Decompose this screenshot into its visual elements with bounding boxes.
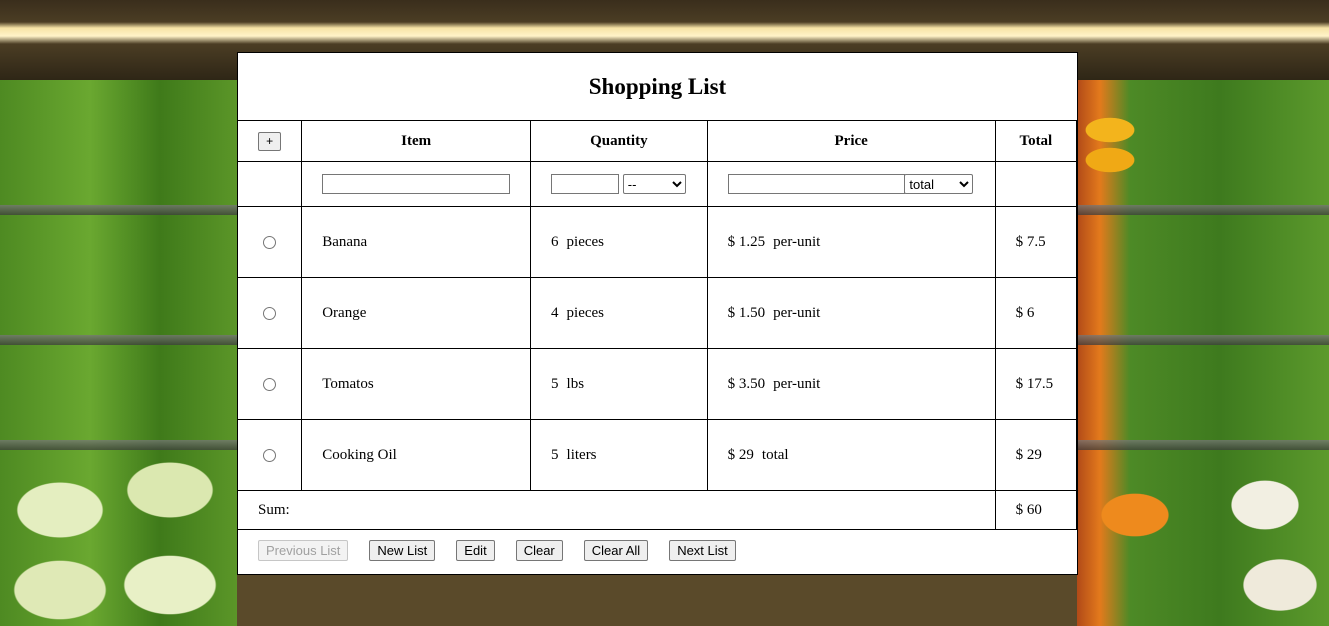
item-input-cell bbox=[301, 161, 532, 207]
quantity-input-cell: -- bbox=[530, 161, 708, 207]
clear-all-button[interactable]: Clear All bbox=[583, 540, 649, 561]
column-header-item: Item bbox=[301, 121, 532, 162]
quantity-unit: pieces bbox=[566, 304, 605, 321]
page-title: Shopping List bbox=[238, 53, 1077, 121]
price-cell: $ 29 total bbox=[706, 419, 996, 491]
table-row: Tomatos 5 lbs $ 3.50 per-unit $ 17.5 bbox=[236, 348, 1078, 420]
price-mode: per-unit bbox=[773, 233, 821, 250]
row-total: $ 17.5 bbox=[994, 348, 1078, 420]
column-header-price: Price bbox=[706, 121, 996, 162]
price-cell: $ 1.50 per-unit bbox=[706, 277, 996, 349]
price-mode: per-unit bbox=[773, 375, 821, 392]
price-value: $ 3.50 bbox=[727, 375, 766, 392]
item-name: Orange bbox=[301, 277, 532, 349]
row-select-radio[interactable] bbox=[263, 306, 277, 320]
price-mode: total bbox=[761, 446, 789, 463]
quantity-input[interactable] bbox=[551, 174, 620, 194]
empty-cell bbox=[236, 161, 303, 207]
quantity-value: 4 bbox=[551, 304, 559, 321]
quantity-unit: lbs bbox=[566, 375, 585, 392]
quantity-cell: 5 liters bbox=[530, 419, 708, 491]
item-name: Cooking Oil bbox=[301, 419, 532, 491]
column-header-quantity: Quantity bbox=[530, 121, 708, 162]
empty-cell bbox=[994, 161, 1078, 207]
shopping-table: + Item Quantity Price Total -- total Ban… bbox=[236, 121, 1078, 530]
table-row: Banana 6 pieces $ 1.25 per-unit $ 7.5 bbox=[236, 206, 1078, 278]
quantity-cell: 4 pieces bbox=[530, 277, 708, 349]
item-name: Tomatos bbox=[301, 348, 532, 420]
row-select-radio[interactable] bbox=[263, 448, 277, 462]
price-mode: per-unit bbox=[773, 304, 821, 321]
select-cell bbox=[236, 277, 303, 349]
quantity-value: 5 bbox=[551, 375, 559, 392]
price-input-cell: total bbox=[706, 161, 996, 207]
quantity-unit: liters bbox=[566, 446, 597, 463]
row-total: $ 6 bbox=[994, 277, 1078, 349]
sum-label: Sum: bbox=[237, 490, 996, 530]
sum-value: $ 60 bbox=[994, 490, 1078, 530]
table-row: Orange 4 pieces $ 1.50 per-unit $ 6 bbox=[236, 277, 1078, 349]
price-mode-select[interactable]: total bbox=[904, 174, 974, 194]
unit-select[interactable]: -- bbox=[622, 174, 686, 194]
price-value: $ 1.50 bbox=[727, 304, 766, 321]
shopping-list-panel: Shopping List + Item Quantity Price Tota… bbox=[236, 52, 1078, 575]
add-cell: + bbox=[236, 121, 303, 162]
table-row: Cooking Oil 5 liters $ 29 total $ 29 bbox=[236, 419, 1078, 491]
previous-list-button[interactable]: Previous List bbox=[258, 540, 349, 561]
new-list-button[interactable]: New List bbox=[369, 540, 436, 561]
price-cell: $ 1.25 per-unit bbox=[706, 206, 996, 278]
edit-button[interactable]: Edit bbox=[456, 540, 495, 561]
add-item-button[interactable]: + bbox=[258, 131, 282, 151]
sum-row: Sum: $ 60 bbox=[237, 490, 1078, 530]
quantity-value: 6 bbox=[551, 233, 559, 250]
item-name: Banana bbox=[301, 206, 532, 278]
select-cell bbox=[236, 206, 303, 278]
select-cell bbox=[236, 348, 303, 420]
quantity-cell: 5 lbs bbox=[530, 348, 708, 420]
row-total: $ 29 bbox=[994, 419, 1078, 491]
row-select-radio[interactable] bbox=[263, 235, 277, 249]
select-cell bbox=[236, 419, 303, 491]
new-item-input-row: -- total bbox=[236, 161, 1078, 207]
quantity-cell: 6 pieces bbox=[530, 206, 708, 278]
price-value: $ 29 bbox=[727, 446, 754, 463]
price-value: $ 1.25 bbox=[727, 233, 766, 250]
list-actions-bar: Previous List New List Edit Clear Clear … bbox=[238, 530, 1077, 564]
clear-button[interactable]: Clear bbox=[515, 540, 563, 561]
quantity-value: 5 bbox=[551, 446, 559, 463]
row-select-radio[interactable] bbox=[263, 377, 277, 391]
table-header-row: + Item Quantity Price Total bbox=[236, 121, 1078, 162]
row-total: $ 7.5 bbox=[994, 206, 1078, 278]
price-input[interactable] bbox=[727, 174, 905, 194]
item-name-input[interactable] bbox=[322, 174, 511, 194]
column-header-total: Total bbox=[994, 121, 1078, 162]
price-cell: $ 3.50 per-unit bbox=[706, 348, 996, 420]
next-list-button[interactable]: Next List bbox=[669, 540, 736, 561]
quantity-unit: pieces bbox=[566, 233, 605, 250]
